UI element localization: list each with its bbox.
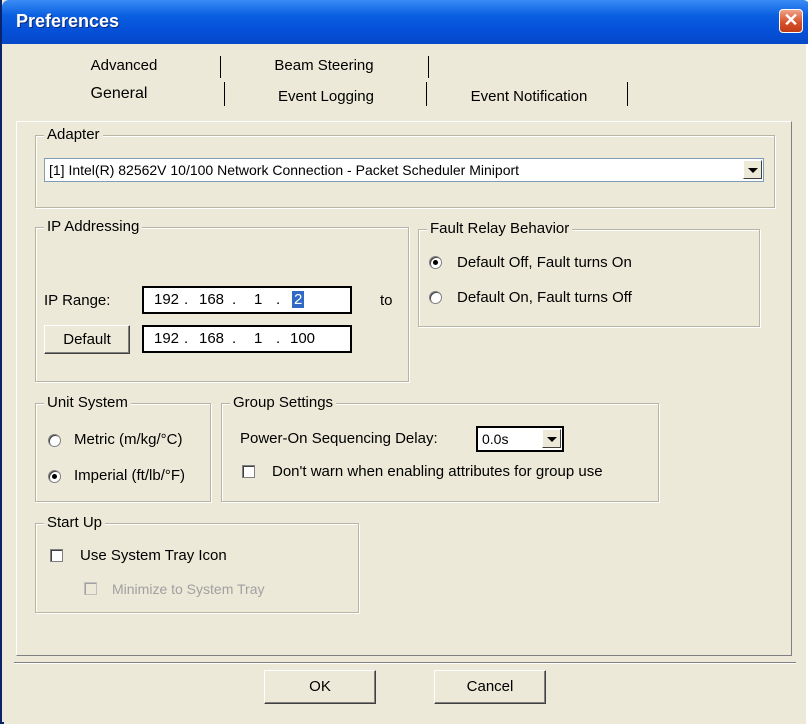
preferences-dialog: Preferences ✕ Advanced Beam Steering Gen… xyxy=(0,0,808,724)
ip-dot: . xyxy=(232,330,237,347)
tab-divider xyxy=(428,56,429,78)
ip-range-start-field[interactable]: 192 . 168 . 1 . 2 xyxy=(142,286,352,314)
fault-option-off-label[interactable]: Default Off, Fault turns On xyxy=(457,254,632,271)
minimize-tray-checkbox xyxy=(84,582,97,595)
adapter-group: Adapter [1] Intel(R) 82562V 10/100 Netwo… xyxy=(35,126,775,208)
unit-imperial-label[interactable]: Imperial (ft/lb/°F) xyxy=(74,467,185,484)
ip-octet: 168 xyxy=(199,291,225,308)
minimize-tray-label: Minimize to System Tray xyxy=(112,581,265,597)
fault-option-off-radio[interactable] xyxy=(429,256,442,269)
ip-range-label: IP Range: xyxy=(44,292,111,309)
group-settings-label: Group Settings xyxy=(230,394,337,411)
fault-relay-group: Fault Relay Behavior Default Off, Fault … xyxy=(418,220,760,327)
close-button[interactable]: ✕ xyxy=(779,9,803,33)
ip-dot: . xyxy=(276,291,281,308)
ip-octet: 192 xyxy=(154,291,180,308)
sequencing-delay-select[interactable]: 0.0s xyxy=(476,426,564,452)
tab-divider xyxy=(224,82,225,106)
footer-separator xyxy=(14,662,796,664)
ip-dot: . xyxy=(184,330,189,347)
fault-option-on-label[interactable]: Default On, Fault turns Off xyxy=(457,289,632,306)
ip-dot: . xyxy=(184,291,189,308)
startup-group: Start Up Use System Tray Icon Minimize t… xyxy=(35,514,359,613)
group-settings-group: Group Settings Power-On Sequencing Delay… xyxy=(221,394,659,502)
cancel-button[interactable]: Cancel xyxy=(434,670,546,704)
ip-dot: . xyxy=(232,291,237,308)
window-title: Preferences xyxy=(16,11,120,31)
unit-metric-radio[interactable] xyxy=(48,434,61,447)
default-button[interactable]: Default xyxy=(44,325,130,354)
ip-octet: 1 xyxy=(254,330,263,347)
system-tray-label[interactable]: Use System Tray Icon xyxy=(80,547,227,564)
fault-option-on-radio[interactable] xyxy=(429,291,442,304)
ip-octet: 1 xyxy=(254,291,263,308)
adapter-select[interactable]: [1] Intel(R) 82562V 10/100 Network Conne… xyxy=(44,158,764,182)
ip-addressing-group: IP Addressing IP Range: 192 . 168 . 1 . … xyxy=(35,218,409,382)
ip-dot: . xyxy=(276,330,281,347)
adapter-group-label: Adapter xyxy=(44,126,103,143)
unit-system-label: Unit System xyxy=(44,394,131,411)
ip-range-end-field[interactable]: 192 . 168 . 1 . 100 xyxy=(142,325,352,353)
ip-to-label: to xyxy=(380,292,393,309)
chevron-down-icon[interactable] xyxy=(743,160,762,179)
tab-divider xyxy=(426,82,427,106)
unit-system-group: Unit System Metric (m/kg/°C) Imperial (f… xyxy=(35,394,211,502)
title-bar[interactable]: Preferences ✕ xyxy=(2,0,808,44)
tab-divider xyxy=(220,56,221,78)
chevron-down-icon[interactable] xyxy=(542,429,561,448)
ip-addressing-label: IP Addressing xyxy=(44,218,143,235)
dont-warn-checkbox[interactable] xyxy=(242,465,255,478)
tab-event-logging[interactable]: Event Logging xyxy=(228,88,424,105)
ip-octet: 100 xyxy=(290,330,316,347)
startup-label: Start Up xyxy=(44,514,106,531)
fault-relay-label: Fault Relay Behavior xyxy=(427,220,573,237)
system-tray-checkbox[interactable] xyxy=(50,549,63,562)
tab-general[interactable]: General xyxy=(18,85,220,103)
dont-warn-label[interactable]: Don't warn when enabling attributes for … xyxy=(272,463,603,480)
ip-octet: 192 xyxy=(154,330,180,347)
dialog-client-area: Advanced Beam Steering General Event Log… xyxy=(4,44,806,724)
tab-advanced[interactable]: Advanced xyxy=(54,57,194,74)
ip-octet-selected: 2 xyxy=(292,291,305,308)
ok-button[interactable]: OK xyxy=(264,670,376,704)
tab-event-notification[interactable]: Event Notification xyxy=(430,88,628,105)
sequencing-delay-value: 0.0s xyxy=(482,431,509,447)
adapter-select-value: [1] Intel(R) 82562V 10/100 Network Conne… xyxy=(49,162,520,178)
tab-panel-general: Adapter [1] Intel(R) 82562V 10/100 Netwo… xyxy=(16,121,792,656)
unit-metric-label[interactable]: Metric (m/kg/°C) xyxy=(74,431,183,448)
tab-beam-steering[interactable]: Beam Steering xyxy=(226,57,422,74)
ip-octet: 168 xyxy=(199,330,225,347)
tab-divider xyxy=(627,82,628,106)
sequencing-delay-label: Power-On Sequencing Delay: xyxy=(240,430,438,447)
unit-imperial-radio[interactable] xyxy=(48,470,61,483)
